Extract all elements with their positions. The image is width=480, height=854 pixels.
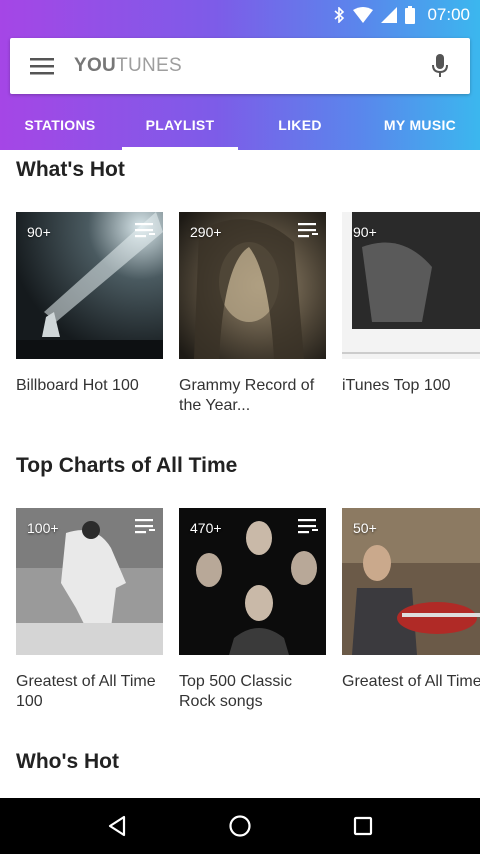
track-count: 470+ (190, 520, 222, 536)
track-count: 100+ (27, 520, 59, 536)
tab-liked[interactable]: LIKED (240, 100, 360, 150)
section-title-top-charts: Top Charts of All Time (16, 454, 238, 477)
signal-icon (381, 7, 398, 23)
playlist-title: Billboard Hot 100 (16, 377, 139, 394)
hamburger-menu-icon[interactable] (10, 38, 74, 94)
search-bar[interactable]: YOUTUNES (10, 38, 470, 94)
tab-my-music[interactable]: MY MUSIC (360, 100, 480, 150)
tab-bar: STATIONS PLAYLIST LIKED MY MUSIC (0, 100, 480, 150)
home-circle-icon[interactable] (210, 798, 270, 854)
status-bar: 07:00 (0, 0, 480, 30)
bluetooth-icon (333, 7, 345, 23)
playlist-queue-icon[interactable] (135, 222, 155, 243)
recents-square-icon[interactable] (333, 798, 393, 854)
playlist-content[interactable]: What's Hot 90+ Billboard Hot 100 290+ Gr… (0, 150, 480, 798)
track-count: 90+ (27, 224, 51, 240)
playlist-title: Top 500 Classic Rock songs (179, 673, 292, 710)
battery-icon (405, 6, 416, 24)
tab-playlist[interactable]: PLAYLIST (120, 100, 240, 150)
system-nav-bar (0, 798, 480, 854)
track-count: 90+ (353, 224, 377, 240)
track-count: 50+ (353, 520, 377, 536)
playlist-title: Greatest of All Time Pop (342, 673, 480, 690)
section-title-whats-hot: What's Hot (16, 158, 125, 181)
status-time: 07:00 (427, 5, 470, 24)
playlist-queue-icon[interactable] (298, 222, 318, 243)
playlist-title: Greatest of All Time 100 (16, 673, 156, 710)
mic-icon[interactable] (410, 38, 470, 94)
playlist-queue-icon[interactable] (298, 518, 318, 539)
section-title-whos-hot: Who's Hot (16, 750, 119, 773)
app-brand[interactable]: YOUTUNES (74, 55, 410, 77)
track-count: 290+ (190, 224, 222, 240)
wifi-icon (353, 7, 374, 23)
playlist-title: Grammy Record of the Year... (179, 377, 315, 414)
playlist-queue-icon[interactable] (135, 518, 155, 539)
brand-light: TUNES (116, 55, 182, 76)
tab-stations[interactable]: STATIONS (0, 100, 120, 150)
brand-bold: YOU (74, 55, 117, 76)
playlist-title: iTunes Top 100 (342, 377, 451, 394)
back-triangle-icon[interactable] (87, 798, 147, 854)
